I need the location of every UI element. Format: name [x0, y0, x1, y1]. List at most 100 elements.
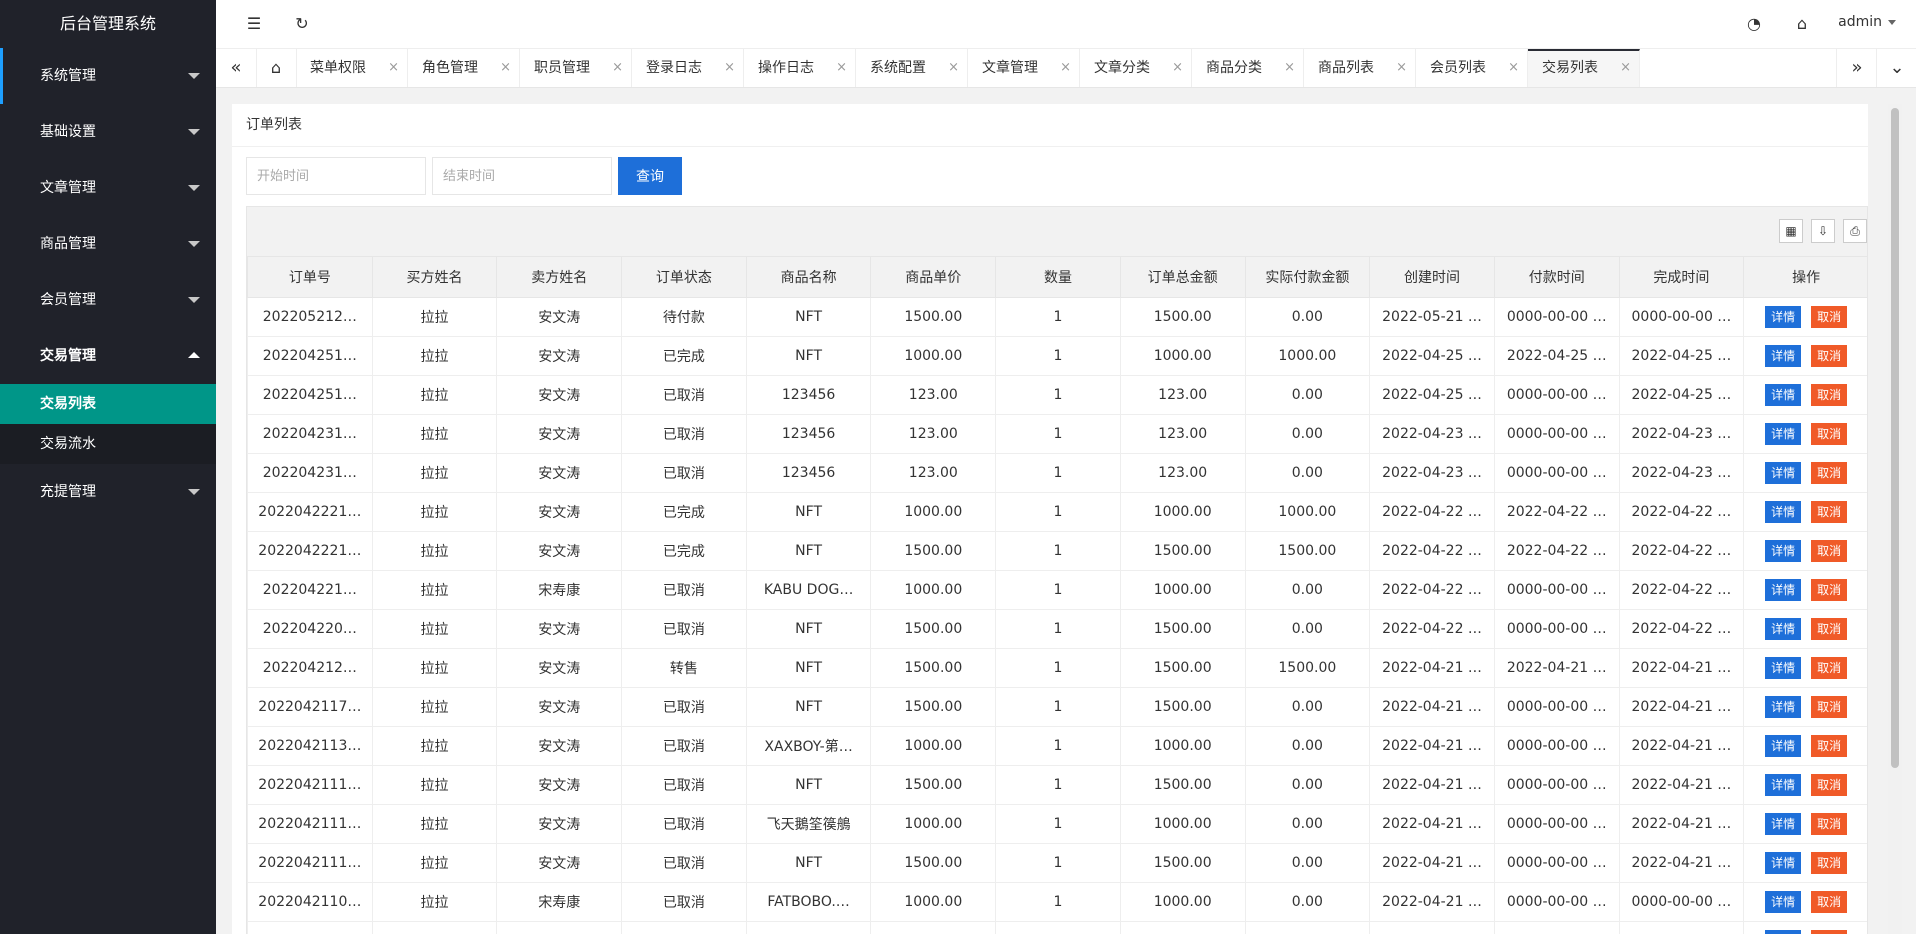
- table-cell: 1000.00: [1119, 492, 1246, 532]
- tab-trade-list[interactable]: 交易列表 ×: [1528, 49, 1640, 87]
- end-time-input[interactable]: [432, 157, 612, 195]
- sidebar-subitem-trade-flow[interactable]: 交易流水: [0, 424, 216, 464]
- cancel-button[interactable]: 取消: [1811, 696, 1848, 718]
- tag-icon[interactable]: ⌂: [1790, 12, 1814, 36]
- tab-scroll-left-icon[interactable]: «: [216, 49, 257, 87]
- tab-article-category[interactable]: 文章分类 ×: [1080, 49, 1192, 87]
- shrink-menu-icon[interactable]: ☰: [242, 12, 266, 36]
- close-icon[interactable]: ×: [1284, 49, 1295, 87]
- cancel-button[interactable]: 取消: [1811, 423, 1848, 445]
- cancel-button[interactable]: 取消: [1811, 384, 1848, 406]
- table-cell: 1000.00: [1119, 882, 1246, 922]
- detail-button[interactable]: 详情: [1765, 696, 1802, 718]
- tab-goods-category[interactable]: 商品分类 ×: [1192, 49, 1304, 87]
- sidebar-subitem-trade-list[interactable]: 交易列表: [0, 384, 216, 424]
- tab-staff-management[interactable]: 职员管理 ×: [520, 49, 632, 87]
- detail-button[interactable]: 详情: [1765, 735, 1802, 757]
- export-icon[interactable]: ⇩: [1811, 219, 1835, 243]
- cancel-button[interactable]: 取消: [1811, 891, 1848, 913]
- tab-menu-dropdown-icon[interactable]: ⌄: [1876, 49, 1916, 87]
- column-header: 操作: [1743, 256, 1867, 298]
- detail-button[interactable]: 详情: [1765, 618, 1802, 640]
- detail-button[interactable]: 详情: [1765, 384, 1802, 406]
- cancel-button[interactable]: 取消: [1811, 540, 1848, 562]
- close-icon[interactable]: ×: [1508, 49, 1519, 87]
- detail-button[interactable]: 详情: [1765, 852, 1802, 874]
- cancel-button[interactable]: 取消: [1811, 774, 1848, 796]
- detail-button[interactable]: 详情: [1765, 813, 1802, 835]
- sidebar-item-trading[interactable]: 交易管理: [0, 328, 216, 384]
- table-cell: 123.00: [1119, 375, 1246, 415]
- columns-filter-icon[interactable]: ▦: [1779, 219, 1803, 243]
- home-icon[interactable]: ⌂: [256, 49, 297, 87]
- detail-button[interactable]: 详情: [1765, 501, 1802, 523]
- table-cell: 123.00: [870, 453, 997, 493]
- table-cell: 安文涛: [496, 453, 623, 493]
- detail-button[interactable]: 详情: [1765, 774, 1802, 796]
- detail-button[interactable]: 详情: [1765, 579, 1802, 601]
- theme-icon[interactable]: ◔: [1742, 12, 1766, 36]
- table-cell: 安文涛: [496, 687, 623, 727]
- cancel-button[interactable]: 取消: [1811, 345, 1848, 367]
- tab-operation-log[interactable]: 操作日志 ×: [744, 49, 856, 87]
- user-menu[interactable]: admin: [1838, 14, 1896, 30]
- table-cell: 2022042221…: [247, 531, 373, 571]
- cancel-button[interactable]: 取消: [1811, 930, 1848, 934]
- close-icon[interactable]: ×: [948, 49, 959, 87]
- tab-goods-list[interactable]: 商品列表 ×: [1304, 49, 1416, 87]
- close-icon[interactable]: ×: [836, 49, 847, 87]
- cancel-button[interactable]: 取消: [1811, 579, 1848, 601]
- sidebar-item-members[interactable]: 会员管理: [0, 272, 216, 328]
- cancel-button[interactable]: 取消: [1811, 618, 1848, 640]
- cancel-button[interactable]: 取消: [1811, 501, 1848, 523]
- table-cell: 0.00: [1244, 570, 1371, 610]
- cancel-button[interactable]: 取消: [1811, 657, 1848, 679]
- detail-button[interactable]: 详情: [1765, 306, 1802, 328]
- table-cell: 1000.00: [870, 726, 997, 766]
- sidebar-item-articles[interactable]: 文章管理: [0, 160, 216, 216]
- tab-role-management[interactable]: 角色管理 ×: [408, 49, 520, 87]
- detail-button[interactable]: 详情: [1765, 657, 1802, 679]
- cancel-button[interactable]: 取消: [1811, 813, 1848, 835]
- tab-menu-permission[interactable]: 菜单权限 ×: [296, 49, 408, 87]
- tab-scroll-right-icon[interactable]: »: [1836, 49, 1877, 87]
- tab-system-config[interactable]: 系统配置 ×: [856, 49, 968, 87]
- cancel-button[interactable]: 取消: [1811, 852, 1848, 874]
- tab-login-log[interactable]: 登录日志 ×: [632, 49, 744, 87]
- tab-label: 交易列表: [1542, 60, 1598, 76]
- query-button[interactable]: 查询: [618, 157, 682, 195]
- table-cell: 123.00: [870, 375, 997, 415]
- close-icon[interactable]: ×: [1060, 49, 1071, 87]
- tab-label: 会员列表: [1430, 60, 1486, 76]
- cancel-button[interactable]: 取消: [1811, 306, 1848, 328]
- sidebar-item-deposit-withdraw[interactable]: 充提管理: [0, 464, 216, 520]
- close-icon[interactable]: ×: [1620, 51, 1631, 85]
- detail-button[interactable]: 详情: [1765, 891, 1802, 913]
- print-icon[interactable]: ⎙: [1843, 219, 1867, 243]
- tab-article-management[interactable]: 文章管理 ×: [968, 49, 1080, 87]
- close-icon[interactable]: ×: [1396, 49, 1407, 87]
- table-cell: 0000-00-00 …: [1493, 882, 1620, 922]
- table-cell: 2022-04-22 …: [1618, 492, 1745, 532]
- refresh-icon[interactable]: ↻: [290, 12, 314, 36]
- start-time-input[interactable]: [246, 157, 426, 195]
- close-icon[interactable]: ×: [388, 49, 399, 87]
- sidebar-item-system[interactable]: 系统管理: [0, 48, 216, 104]
- sidebar-item-basic-settings[interactable]: 基础设置: [0, 104, 216, 160]
- detail-button[interactable]: 详情: [1765, 462, 1802, 484]
- cancel-button[interactable]: 取消: [1811, 735, 1848, 757]
- sidebar-item-goods[interactable]: 商品管理: [0, 216, 216, 272]
- detail-button[interactable]: 详情: [1765, 345, 1802, 367]
- page-scrollbar[interactable]: [1888, 104, 1902, 934]
- table-cell: 拉拉: [371, 765, 498, 805]
- detail-button[interactable]: 详情: [1765, 423, 1802, 445]
- detail-button[interactable]: 详情: [1765, 930, 1802, 934]
- cancel-button[interactable]: 取消: [1811, 462, 1848, 484]
- close-icon[interactable]: ×: [724, 49, 735, 87]
- tab-member-list[interactable]: 会员列表 ×: [1416, 49, 1528, 87]
- close-icon[interactable]: ×: [1172, 49, 1183, 87]
- detail-button[interactable]: 详情: [1765, 540, 1802, 562]
- close-icon[interactable]: ×: [500, 49, 511, 87]
- close-icon[interactable]: ×: [612, 49, 623, 87]
- scrollbar-thumb[interactable]: [1891, 108, 1899, 768]
